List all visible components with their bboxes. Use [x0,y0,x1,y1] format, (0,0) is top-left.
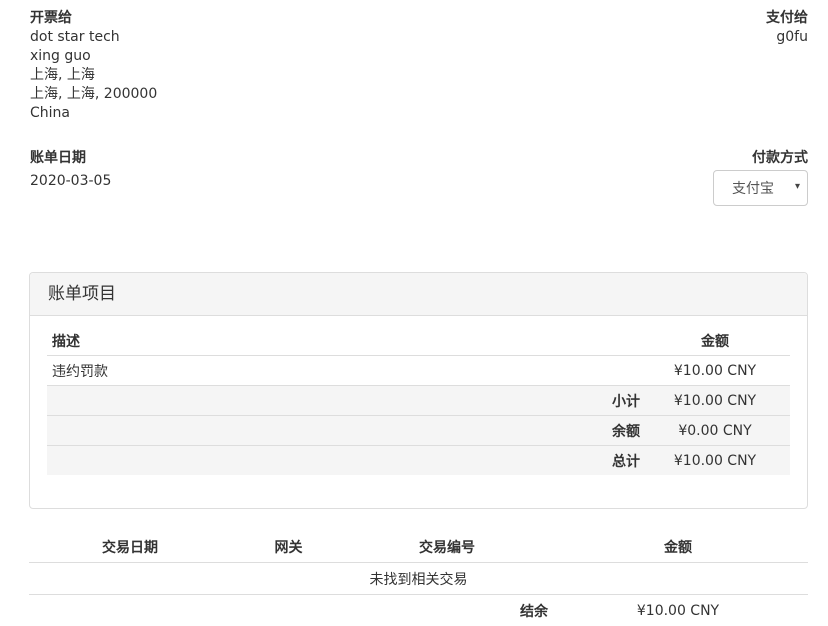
credit-label: 余额 [47,416,640,446]
invoice-date-block: 账单日期 2020-03-05 [30,148,111,191]
bill-to-block: 开票给 dot star tech xing guo 上海, 上海 上海, 上海… [30,8,157,123]
bill-to-city-state: 上海, 上海 [30,66,157,85]
bill-to-heading: 开票给 [30,8,157,28]
transactions-table: 交易日期 网关 交易编号 金额 未找到相关交易 结余 ¥10.00 CNY [29,531,808,626]
transactions-header-row: 交易日期 网关 交易编号 金额 [29,531,808,563]
total-label: 总计 [47,446,640,476]
payment-method-selected: 支付宝 [732,178,774,198]
total-row: 总计 ¥10.00 CNY [47,446,790,476]
item-description: 违约罚款 [47,356,640,386]
col-txn-date-header: 交易日期 [29,531,231,563]
table-row: 违约罚款 ¥10.00 CNY [47,356,790,386]
payment-method-block: 付款方式 支付宝 ▾ [713,148,808,206]
table-header-row: 描述 金额 [47,326,790,356]
pay-to-block: 支付给 g0fu [766,8,808,47]
col-description-header: 描述 [47,326,640,356]
bill-to-city-state-zip: 上海, 上海, 200000 [30,85,157,104]
credit-value: ¥0.00 CNY [640,416,790,446]
balance-row: 结余 ¥10.00 CNY [29,595,808,626]
payment-method-select[interactable]: 支付宝 ▾ [713,170,808,206]
col-amount-header: 金额 [640,326,790,356]
bill-to-company: dot star tech [30,28,157,47]
invoice-items-title: 账单项目 [30,273,807,316]
total-value: ¥10.00 CNY [640,446,790,476]
bill-to-country: China [30,104,157,123]
subtotal-value: ¥10.00 CNY [640,386,790,416]
transactions-empty-row: 未找到相关交易 [29,563,808,595]
no-transactions-message: 未找到相关交易 [29,563,808,595]
bill-to-name: xing guo [30,47,157,66]
balance-value: ¥10.00 CNY [548,595,808,626]
credit-row: 余额 ¥0.00 CNY [47,416,790,446]
col-txn-id-header: 交易编号 [346,531,548,563]
invoice-date-label: 账单日期 [30,148,111,168]
subtotal-row: 小计 ¥10.00 CNY [47,386,790,416]
pay-to-name: g0fu [766,28,808,47]
invoice-items-panel: 账单项目 描述 金额 违约罚款 ¥10.00 CNY 小计 ¥10.00 CNY… [29,272,808,509]
balance-label: 结余 [29,595,548,626]
subtotal-label: 小计 [47,386,640,416]
payment-method-label: 付款方式 [713,148,808,168]
chevron-down-icon: ▾ [795,181,800,192]
invoice-items-table: 描述 金额 违约罚款 ¥10.00 CNY 小计 ¥10.00 CNY 余额 ¥… [47,326,790,475]
item-amount: ¥10.00 CNY [640,356,790,386]
col-txn-amount-header: 金额 [548,531,808,563]
invoice-date-value: 2020-03-05 [30,171,111,191]
pay-to-heading: 支付给 [766,8,808,28]
col-gateway-header: 网关 [231,531,346,563]
